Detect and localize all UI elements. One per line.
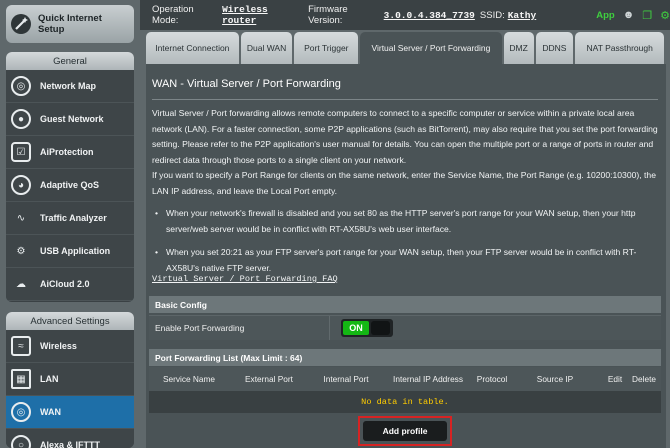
tab-port-trigger[interactable]: Port Trigger (294, 32, 359, 64)
tab-dmz[interactable]: DMZ (503, 32, 534, 64)
quick-internet-setup-label: Quick Internet Setup (38, 13, 102, 35)
cloud-icon: ☁ (16, 278, 26, 290)
lan-monitor-icon: ▦ (11, 369, 31, 389)
sidebar-item-label: Network Map (40, 81, 97, 91)
advanced-settings-title: Advanced Settings (6, 312, 134, 330)
table-header-row: Service Name External Port Internal Port… (149, 367, 661, 391)
sidebar-item-label: AiProtection (40, 147, 94, 157)
enable-port-forwarding-label: Enable Port Forwarding (155, 323, 245, 333)
sidebar-item-alexa-ifttt[interactable]: ○ Alexa & IFTTT (6, 429, 134, 448)
port-forwarding-list-header: Port Forwarding List (Max Limit : 64) (149, 349, 661, 366)
add-profile-highlight: Add profile (358, 416, 452, 446)
sidebar-item-label: Guest Network (40, 114, 104, 124)
advanced-settings-menu: Advanced Settings ≈ Wireless ▦ LAN ◎ WAN… (6, 312, 134, 448)
wan-globe-icon: ◎ (11, 402, 31, 422)
col-protocol: Protocol (476, 374, 508, 384)
tab-internet-connection[interactable]: Internet Connection (146, 32, 239, 64)
ssid-link[interactable]: Kathy (508, 10, 537, 21)
sidebar-item-label: USB Application (40, 246, 111, 256)
title-divider (152, 99, 658, 100)
tab-nat-passthrough[interactable]: NAT Passthrough (575, 32, 664, 64)
toggle-knob (371, 321, 390, 335)
col-internal-ip: Internal IP Address (393, 374, 463, 384)
sidebar-item-label: WAN (40, 407, 61, 417)
enable-port-forwarding-row: Enable Port Forwarding ON (149, 315, 661, 340)
sidebar-item-aiprotection[interactable]: ☑ AiProtection (6, 136, 134, 169)
alexa-icon: ○ (11, 435, 31, 448)
firmware-label: Firmware Version: (308, 4, 348, 26)
wan-tab-bar: Internet Connection Dual WAN Port Trigge… (146, 32, 666, 64)
wand-icon (11, 14, 31, 34)
sidebar-item-label: Traffic Analyzer (40, 213, 107, 223)
description-paragraph-2: If you want to specify a Port Range for … (152, 170, 656, 196)
operation-mode-link[interactable]: Wireless router (222, 4, 303, 26)
sidebar-item-network-map[interactable]: ◎ Network Map (6, 70, 134, 103)
globe-network-icon: ◎ (11, 76, 31, 96)
description: Virtual Server / Port forwarding allows … (152, 106, 660, 200)
device-copy-icon[interactable]: ❐ (642, 9, 652, 22)
enable-port-forwarding-toggle[interactable]: ON (341, 319, 393, 337)
col-edit: Edit (607, 374, 623, 384)
sidebar-item-guest-network[interactable]: ● Guest Network (6, 103, 134, 136)
note-item-http: When your network's firewall is disabled… (152, 206, 660, 237)
sidebar-item-wan[interactable]: ◎ WAN (6, 396, 134, 429)
main-panel: WAN - Virtual Server / Port Forwarding V… (146, 64, 666, 448)
sidebar-item-label: Alexa & IFTTT (40, 440, 101, 448)
empty-table-message: No data in table. (149, 391, 661, 413)
add-profile-button[interactable]: Add profile (363, 421, 447, 441)
sidebar-item-label: LAN (40, 374, 59, 384)
ssid-label: SSID: (479, 9, 505, 21)
row-divider (329, 316, 330, 340)
sidebar-item-usb-application[interactable]: ⚙ USB Application (6, 235, 134, 268)
col-external-port: External Port (245, 374, 293, 384)
page-title: WAN - Virtual Server / Port Forwarding (152, 78, 341, 90)
guest-network-icon: ● (11, 109, 31, 129)
description-paragraph-1: Virtual Server / Port forwarding allows … (152, 108, 658, 165)
col-delete: Delete (632, 374, 656, 384)
shield-lock-icon: ☑ (11, 142, 31, 162)
sidebar-item-traffic-analyzer[interactable]: ∿ Traffic Analyzer (6, 202, 134, 235)
sidebar-item-lan[interactable]: ▦ LAN (6, 363, 134, 396)
quick-internet-setup-button[interactable]: Quick Internet Setup (6, 5, 134, 43)
speedometer-icon: ◕ (11, 175, 31, 195)
status-bar: Operation Mode: Wireless router Firmware… (140, 0, 670, 30)
tab-dual-wan[interactable]: Dual WAN (240, 32, 293, 64)
traffic-wave-icon: ∿ (16, 212, 26, 224)
sidebar-item-wireless[interactable]: ≈ Wireless (6, 330, 134, 363)
tab-ddns[interactable]: DDNS (535, 32, 574, 64)
basic-config-header: Basic Config (149, 296, 661, 313)
usb-puzzle-icon: ⚙ (16, 245, 26, 257)
faq-link[interactable]: Virtual Server / Port Forwarding FAQ (152, 274, 338, 284)
sidebar-item-aicloud[interactable]: ☁ AiCloud 2.0 (6, 268, 134, 301)
wireless-icon: ≈ (11, 336, 31, 356)
toggle-on-label: ON (343, 321, 369, 335)
general-menu-title: General (6, 52, 134, 70)
notes-list: When your network's firewall is disabled… (152, 206, 660, 276)
sidebar-item-label: Adaptive QoS (40, 180, 100, 190)
users-icon[interactable]: ☻ (623, 9, 635, 21)
note-item-ftp: When you set 20:21 as your FTP server's … (152, 245, 660, 276)
tab-virtual-server-port-forwarding[interactable]: Virtual Server / Port Forwarding (360, 32, 502, 64)
app-link[interactable]: App (596, 10, 614, 21)
sidebar-item-adaptive-qos[interactable]: ◕ Adaptive QoS (6, 169, 134, 202)
usb-status-icon[interactable]: ⚙ (660, 9, 670, 22)
sidebar-item-label: AiCloud 2.0 (40, 279, 90, 289)
firmware-link[interactable]: 3.0.0.4.384_7739 (384, 10, 475, 21)
sidebar-item-label: Wireless (40, 341, 77, 351)
col-internal-port: Internal Port (323, 374, 369, 384)
general-menu: General ◎ Network Map ● Guest Network ☑ … (6, 52, 134, 302)
col-source-ip: Source IP (536, 374, 574, 384)
col-service-name: Service Name (162, 374, 216, 384)
operation-mode-label: Operation Mode: (152, 4, 194, 26)
sidebar: Quick Internet Setup General ◎ Network M… (0, 0, 140, 448)
